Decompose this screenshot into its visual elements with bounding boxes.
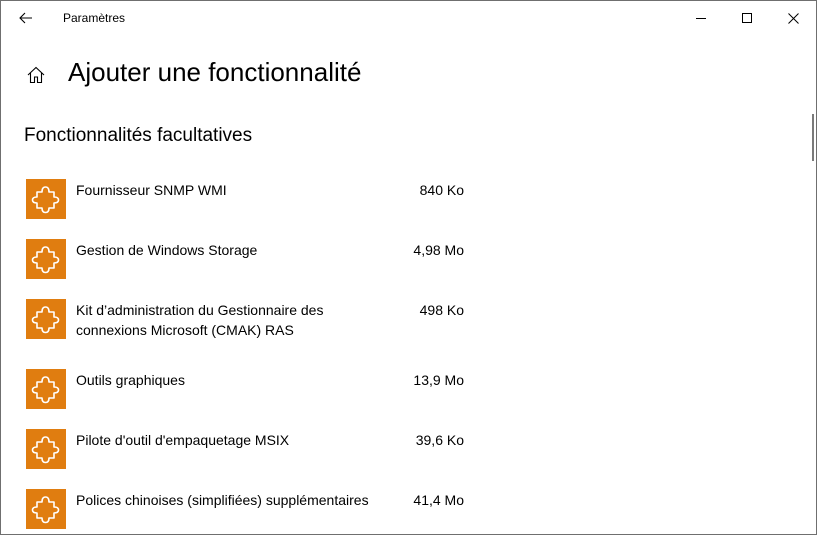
- puzzle-piece-icon: [26, 489, 66, 529]
- feature-item[interactable]: Gestion de Windows Storage 4,98 Mo: [25, 229, 475, 285]
- feature-item[interactable]: Kit d’administration du Gestionnaire des…: [25, 289, 475, 355]
- home-button[interactable]: [23, 63, 49, 87]
- feature-size: 41,4 Mo: [413, 492, 464, 508]
- puzzle-piece-icon: [26, 179, 66, 219]
- close-button[interactable]: [770, 1, 816, 35]
- feature-item[interactable]: Pilote d'outil d'empaquetage MSIX 39,6 K…: [25, 419, 475, 475]
- puzzle-piece-icon: [26, 299, 66, 339]
- puzzle-piece-icon: [26, 429, 66, 469]
- feature-name: Outils graphiques: [76, 372, 185, 388]
- feature-name: Fournisseur SNMP WMI: [76, 182, 227, 198]
- minimize-button[interactable]: [678, 1, 724, 35]
- feature-item[interactable]: Polices chinoises (simplifiées) suppléme…: [25, 479, 475, 534]
- feature-item[interactable]: Fournisseur SNMP WMI 840 Ko: [25, 169, 475, 225]
- feature-size: 498 Ko: [419, 302, 464, 318]
- feature-name: Kit d’administration du Gestionnaire des…: [76, 302, 324, 338]
- feature-item[interactable]: Outils graphiques 13,9 Mo: [25, 359, 475, 415]
- section-title: Fonctionnalités facultatives: [24, 125, 253, 146]
- feature-name: Gestion de Windows Storage: [76, 242, 258, 258]
- maximize-icon: [741, 12, 752, 23]
- window-title: Paramètres: [63, 11, 126, 25]
- maximize-button[interactable]: [724, 1, 770, 35]
- feature-name: Pilote d'outil d'empaquetage MSIX: [76, 432, 290, 448]
- feature-size: 4,98 Mo: [413, 242, 464, 258]
- feature-size: 13,9 Mo: [413, 372, 464, 388]
- minimize-icon: [695, 17, 706, 19]
- feature-name: Polices chinoises (simplifiées) suppléme…: [76, 492, 369, 508]
- back-button[interactable]: [9, 5, 43, 31]
- home-icon: [27, 66, 45, 84]
- settings-window: Paramètres Ajouter une fonctionnalité Fo…: [0, 0, 817, 535]
- puzzle-piece-icon: [26, 369, 66, 409]
- close-icon: [787, 12, 799, 24]
- back-arrow-icon: [19, 12, 32, 24]
- feature-size: 39,6 Ko: [415, 432, 464, 448]
- feature-size: 840 Ko: [419, 182, 464, 198]
- puzzle-piece-icon: [26, 239, 66, 279]
- scrollbar-thumb[interactable]: [812, 114, 814, 161]
- title-bar: Paramètres: [1, 1, 816, 35]
- page-title: Ajouter une fonctionnalité: [68, 57, 362, 87]
